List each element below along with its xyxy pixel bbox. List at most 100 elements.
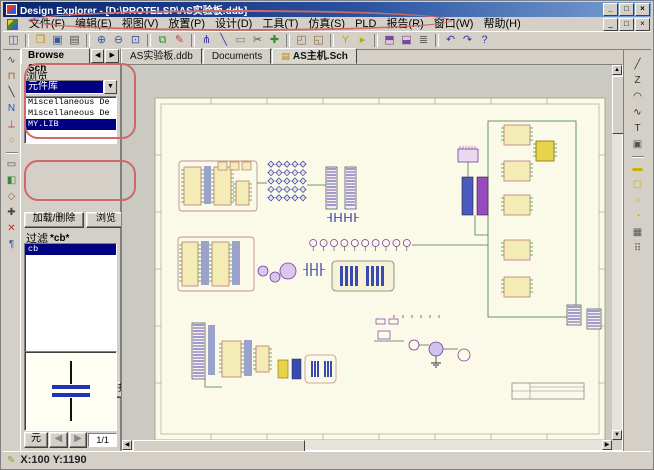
add-remove-library-button[interactable]: 加载/删除 [24, 212, 84, 228]
sheet-entry-icon[interactable]: ◧ [4, 173, 20, 188]
sheet-symbol-icon[interactable]: ▭ [4, 157, 20, 172]
chevron-down-icon[interactable]: ▼ [104, 80, 117, 94]
menu-item[interactable]: 报告(R) [381, 17, 428, 31]
power-port-icon[interactable]: ⟂ [4, 117, 20, 132]
notebook-icon[interactable]: ⬓ [398, 33, 415, 48]
draw-bezier-icon[interactable]: ∿ [630, 105, 646, 120]
directive-icon[interactable]: ¶ [4, 237, 20, 252]
draw-round-rect-icon[interactable]: ▢ [630, 177, 646, 192]
panel-tab-scroll-right[interactable]: ▶ [105, 49, 119, 63]
horizontal-scrollbar[interactable]: ◀ ▶ [122, 440, 612, 450]
draw-ellipse-icon[interactable]: ○ [630, 193, 646, 208]
browse-components-icon[interactable]: ⧉ [154, 33, 171, 48]
draw-text-icon[interactable]: T [630, 121, 646, 136]
wire-tool-icon[interactable]: ∿ [4, 53, 20, 68]
draw-line-icon[interactable]: ╱ [630, 57, 646, 72]
book-icon[interactable]: ⬒ [381, 33, 398, 48]
menu-item[interactable]: 帮助(H) [478, 17, 525, 31]
title-bar[interactable]: Design Explorer - [D:\PROTELSP\AS实验板.ddb… [3, 2, 651, 17]
port-icon[interactable]: ◇ [4, 189, 20, 204]
zoom-in-icon[interactable]: ⊕ [93, 33, 110, 48]
bus-tool-icon[interactable]: ⊓ [4, 69, 20, 84]
schematic-canvas[interactable] [122, 65, 620, 446]
undo-icon[interactable]: ↶ [442, 33, 459, 48]
mdi-restore-button[interactable]: □ [619, 18, 634, 31]
list-icon[interactable]: ≣ [415, 33, 432, 48]
library-open-icon[interactable]: ◱ [310, 33, 327, 48]
bus-entry-icon[interactable]: ╲ [4, 85, 20, 100]
menu-item[interactable]: 工具(T) [257, 17, 303, 31]
net-label-icon[interactable]: N [4, 101, 20, 116]
draw-polyline-icon[interactable]: Z [630, 73, 646, 88]
menu-item[interactable]: 窗口(W) [429, 17, 479, 31]
menu-item[interactable]: 文件(F) [24, 17, 70, 31]
main-area: ∿⊓╲N⟂○▭◧◇✚✕¶ Browse Sch ◀ ▶ 浏览 元件库 ▼ Mis… [3, 49, 651, 451]
menu-item[interactable]: 设计(D) [210, 17, 257, 31]
menu-item[interactable]: 放置(P) [163, 17, 210, 31]
part-icon[interactable]: ○ [4, 133, 20, 148]
no-erc-icon[interactable]: ✕ [4, 221, 20, 236]
junction-icon[interactable]: ✚ [4, 205, 20, 220]
paste-icon[interactable]: ▣ [630, 137, 646, 152]
zoom-out-icon[interactable]: ⊖ [110, 33, 127, 48]
window-restore-button[interactable]: □ [619, 3, 634, 16]
menu-item[interactable]: 编辑(E) [70, 17, 117, 31]
browse-mode-dropdown[interactable]: 元件库 ▼ [24, 80, 117, 94]
filter-input[interactable]: *cb* [50, 233, 69, 244]
library-list[interactable]: Miscellaneous DeMiscellaneous DeMY.LIB [24, 96, 117, 144]
scroll-left-icon[interactable]: ◀ [122, 440, 132, 450]
document-tab[interactable]: AS实验板.ddb [121, 48, 202, 64]
document-tab[interactable]: Documents [203, 48, 272, 64]
toolbar-separator [330, 34, 334, 47]
mdi-close-button[interactable]: × [635, 18, 650, 31]
wiring-tools-icon[interactable]: ⋔ [198, 33, 215, 48]
zoom-area-icon[interactable]: ⊡ [127, 33, 144, 48]
drawing-toolbar: ╱Z◠∿T▣ ▬▢○◔▦⠿ [623, 49, 651, 451]
menu-item[interactable]: PLD [350, 17, 381, 31]
explorer-toggle-icon[interactable]: ◫ [5, 33, 22, 48]
tab-browse-sch[interactable]: Browse Sch [21, 48, 90, 64]
document-tab-label: AS主机.Sch [293, 50, 348, 63]
draw-pie-icon[interactable]: ◔ [630, 209, 646, 224]
list-item[interactable]: Miscellaneous De [25, 97, 116, 108]
menu-item[interactable]: 仿真(S) [303, 17, 350, 31]
list-item[interactable]: cb [25, 244, 116, 255]
help-icon[interactable]: ? [476, 33, 493, 48]
wiring-toolbar: ∿⊓╲N⟂○ ▭◧◇✚✕¶ [3, 49, 21, 451]
move-icon[interactable]: ✚ [266, 33, 283, 48]
scroll-down-icon[interactable]: ▼ [612, 430, 622, 440]
scroll-up-icon[interactable]: ▲ [612, 65, 622, 75]
mdi-minimize-button[interactable]: _ [603, 18, 618, 31]
browse-library-button[interactable]: 浏览 [86, 212, 126, 228]
next-part-button[interactable]: ▶ [69, 432, 88, 448]
probe-icon[interactable]: Y [337, 33, 354, 48]
part-page-indicator: 1/1 [88, 433, 117, 447]
edit-pencil-icon[interactable]: ✎ [171, 33, 188, 48]
prev-part-button[interactable]: ◀ [49, 432, 68, 448]
panel-tab-scroll-left[interactable]: ◀ [91, 49, 105, 63]
document-tab[interactable]: ▤AS主机.Sch [272, 48, 357, 64]
library-icon[interactable]: ◰ [293, 33, 310, 48]
open-document-icon[interactable]: ❒ [32, 33, 49, 48]
pencil-icon: ✎ [7, 455, 15, 466]
print-icon[interactable]: ▤ [66, 33, 83, 48]
run-simulation-icon[interactable]: ▸ [354, 33, 371, 48]
line-tool-icon[interactable]: ╲ [215, 33, 232, 48]
window-minimize-button[interactable]: _ [603, 3, 618, 16]
draw-arc-icon[interactable]: ◠ [630, 89, 646, 104]
menu-item[interactable]: 视图(V) [117, 17, 164, 31]
window-close-button[interactable]: × [635, 3, 650, 16]
part-mode-button[interactable]: 元 [24, 432, 48, 448]
scroll-right-icon[interactable]: ▶ [602, 440, 612, 450]
cut-icon[interactable]: ✂ [249, 33, 266, 48]
array-paste-icon[interactable]: ⠿ [630, 241, 646, 256]
select-area-icon[interactable]: ▭ [232, 33, 249, 48]
save-icon[interactable]: ▣ [49, 33, 66, 48]
list-item[interactable]: MY.LIB [25, 119, 116, 130]
list-item[interactable]: Miscellaneous De [25, 108, 116, 119]
toolbar-separator [632, 156, 644, 158]
vertical-scrollbar[interactable]: ▲ ▼ [612, 65, 622, 440]
draw-rectangle-icon[interactable]: ▬ [630, 161, 646, 176]
draw-graph-icon[interactable]: ▦ [630, 225, 646, 240]
redo-icon[interactable]: ↷ [459, 33, 476, 48]
